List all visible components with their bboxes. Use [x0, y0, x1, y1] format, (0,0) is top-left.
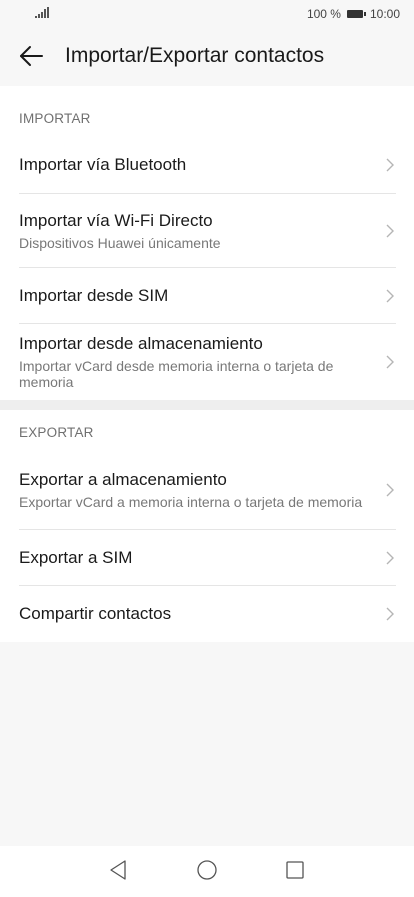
item-title: Importar vía Bluetooth	[19, 155, 187, 174]
import-wifi-direct-item[interactable]: Importar vía Wi-Fi Directo Dispositivos …	[0, 194, 414, 268]
section-header-import: IMPORTAR	[19, 111, 91, 126]
import-storage-item[interactable]: Importar desde almacenamiento Importar v…	[0, 324, 414, 400]
item-subtitle: Exportar vCard a memoria interna o tarje…	[19, 494, 363, 510]
item-title: Importar vía Wi-Fi Directo	[19, 211, 213, 230]
status-bar: 100 % 10:00	[0, 0, 414, 28]
navigation-bar	[0, 846, 414, 897]
chevron-right-icon	[386, 483, 394, 497]
content: IMPORTAR Importar vía Bluetooth Importar…	[0, 86, 414, 846]
export-sim-item[interactable]: Exportar a SIM	[0, 530, 414, 586]
section-header-export: EXPORTAR	[19, 425, 94, 440]
battery-percent: 100 %	[306, 7, 341, 21]
import-sim-item[interactable]: Importar desde SIM	[0, 268, 414, 324]
item-title: Exportar a SIM	[19, 548, 133, 567]
clock: 10:00	[369, 7, 400, 21]
signal-strength-icon	[35, 7, 49, 18]
item-title: Importar desde SIM	[19, 286, 169, 305]
item-title: Compartir contactos	[19, 604, 172, 623]
item-subtitle: Importar vCard desde memoria interna o t…	[19, 358, 334, 390]
export-section: EXPORTAR Exportar a almacenamiento Expor…	[0, 410, 414, 642]
arrow-left-icon[interactable]	[18, 44, 44, 68]
share-contacts-item[interactable]: Compartir contactos	[0, 586, 414, 642]
export-storage-item[interactable]: Exportar a almacenamiento Exportar vCard…	[0, 450, 414, 530]
chevron-right-icon	[386, 224, 394, 238]
item-subtitle: Dispositivos Huawei únicamente	[19, 235, 221, 251]
chevron-right-icon	[386, 355, 394, 369]
chevron-right-icon	[386, 158, 394, 172]
item-title: Importar desde almacenamiento	[19, 334, 263, 353]
triangle-back-icon[interactable]	[107, 858, 131, 882]
battery-icon	[346, 10, 366, 18]
import-bluetooth-item[interactable]: Importar vía Bluetooth	[0, 136, 414, 194]
import-section: IMPORTAR Importar vía Bluetooth Importar…	[0, 86, 414, 400]
chevron-right-icon	[386, 551, 394, 565]
chevron-right-icon	[386, 607, 394, 621]
section-separator	[0, 400, 414, 410]
app-bar: Importar/Exportar contactos	[0, 28, 414, 86]
status-right: 100 % 10:00	[307, 7, 400, 21]
square-recents-icon[interactable]	[283, 858, 307, 882]
item-title: Exportar a almacenamiento	[19, 470, 227, 489]
chevron-right-icon	[386, 289, 394, 303]
page-title: Importar/Exportar contactos	[65, 44, 325, 67]
circle-home-icon[interactable]	[195, 858, 219, 882]
